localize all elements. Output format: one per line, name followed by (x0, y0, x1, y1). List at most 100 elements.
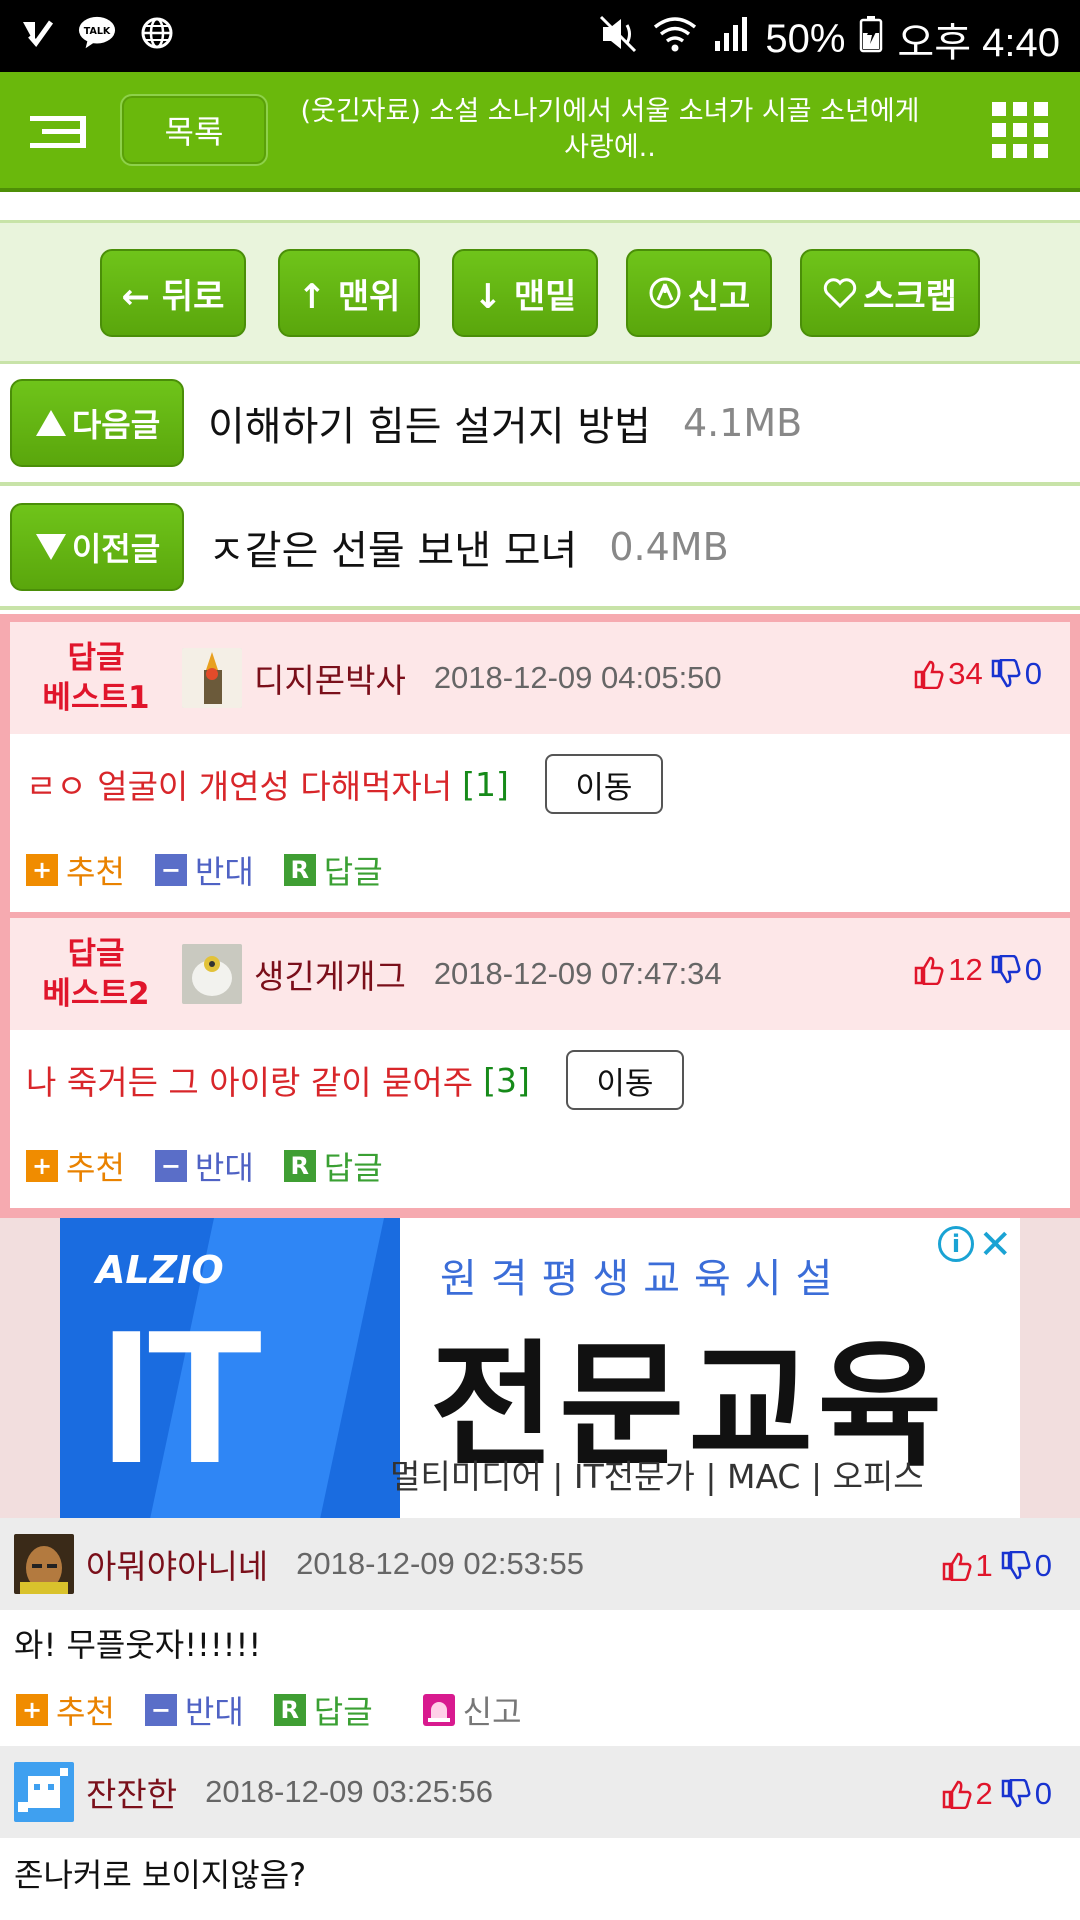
minus-icon: − (144, 1694, 177, 1726)
comment-author[interactable]: 아뭐야아니네 (86, 1540, 268, 1588)
svg-text:TALK: TALK (84, 26, 111, 37)
avatar[interactable] (182, 944, 242, 1004)
report-label: 신고 (687, 276, 751, 317)
reply-button[interactable]: R 답글 (283, 847, 383, 893)
scroll-top-button[interactable]: ↑ 맨위 (278, 249, 420, 337)
best-replies: 답글 베스트1 디지몬박사 2018-12-09 04:05:50 34 0 ㄹ… (0, 614, 1080, 1218)
reply-actions: + 추천 − 반대 R 답글 (10, 1130, 1070, 1202)
thumbs-up-icon (915, 956, 944, 985)
reply-date: 2018-12-09 07:47:34 (433, 956, 722, 991)
next-post-button[interactable]: 다음글 (10, 379, 184, 467)
ad-footer: 멀티미디어 | IT전문가 | MAC | 오피스 (390, 1457, 924, 1496)
menu-icon[interactable] (30, 116, 88, 150)
downvote-count: 0 (1024, 656, 1042, 691)
vote-counts: 34 0 (914, 656, 1042, 692)
wifi-icon (653, 15, 697, 63)
reply-button[interactable]: R 답글 (283, 1143, 383, 1189)
comment-text: 와! 무플웃자!!!!!! (14, 1626, 262, 1664)
upvote-count: 12 (948, 952, 983, 987)
ad-brand: ALZIO (96, 1248, 224, 1292)
globe-icon (138, 14, 176, 52)
thumbs-up-icon (915, 660, 944, 689)
status-bar: TALK 50% 오후 4:40 (0, 0, 1080, 72)
recommend-button[interactable]: + 추천 (26, 1143, 125, 1189)
best-rank-badge: 답글 베스트2 (42, 936, 150, 1012)
upvote-count: 2 (975, 1776, 993, 1811)
reply-r-icon: R (273, 1694, 306, 1726)
plus-icon: + (26, 854, 58, 886)
next-post-row[interactable]: 다음글 이해하기 힘든 설거지 방법 4.1MB (0, 364, 1080, 486)
comment-header: 잔잔한 2018-12-09 03:25:56 2 0 (0, 1746, 1080, 1838)
thumbs-down-icon (991, 955, 1021, 984)
reply-text: 나 죽거든 그 아이랑 같이 묻어주 (26, 1063, 474, 1102)
avatar[interactable] (14, 1534, 74, 1594)
next-post-title[interactable]: 이해하기 힘든 설거지 방법 (208, 394, 651, 452)
thumbs-down-icon (1001, 1779, 1031, 1808)
avatar[interactable] (14, 1762, 74, 1822)
heart-icon (823, 278, 857, 309)
siren-icon (422, 1694, 455, 1726)
thumbs-up-icon (942, 1780, 971, 1809)
downvote-count: 0 (1034, 1548, 1052, 1583)
vote-counts: 2 0 (942, 1776, 1052, 1812)
comment-date: 2018-12-09 03:25:56 (205, 1774, 493, 1809)
reply-r-icon: R (283, 1150, 316, 1182)
back-button[interactable]: ← 뒤로 (100, 249, 246, 337)
ad-info-icon[interactable]: i (938, 1226, 974, 1262)
check-icon (18, 14, 56, 52)
page-title: (웃긴자료) 소설 소나기에서 서울 소녀가 시골 소년에게 사랑에.. (300, 96, 920, 163)
battery-percent: 50% (765, 16, 846, 61)
best-reply-1: 답글 베스트1 디지몬박사 2018-12-09 04:05:50 34 0 ㄹ… (10, 622, 1070, 912)
nav-toolbar: ← 뒤로 ↑ 맨위 ↓ 맨밑 신고 스크랩 (0, 220, 1080, 364)
oppose-button[interactable]: − 반대 (154, 1143, 254, 1189)
downvote-count: 0 (1034, 1776, 1052, 1811)
grid-menu-icon[interactable] (992, 102, 1048, 158)
list-button[interactable]: 목록 (120, 94, 268, 166)
reply-body: 나 죽거든 그 아이랑 같이 묻어주 [3] 이동 (10, 1030, 1070, 1130)
recommend-button[interactable]: + 추천 (16, 1687, 115, 1733)
mute-icon (599, 15, 639, 63)
move-button[interactable]: 이동 (565, 1050, 684, 1110)
report-button[interactable]: 신고 (626, 249, 772, 337)
move-button[interactable]: 이동 (544, 754, 663, 814)
recommend-button[interactable]: + 추천 (26, 847, 125, 893)
prev-post-size: 0.4MB (609, 525, 729, 569)
ad-banner[interactable]: ALZIO IT 원격평생교육시설 전문교육 멀티미디어 | IT전문가 | M… (60, 1218, 1020, 1518)
kakaotalk-icon: TALK (78, 14, 116, 52)
report-comment-button[interactable]: 신고 (422, 1687, 522, 1733)
avatar[interactable] (182, 648, 242, 708)
oppose-button[interactable]: − 반대 (144, 1687, 244, 1733)
scrap-label: 스크랩 (863, 276, 957, 317)
report-icon (649, 277, 681, 309)
best-reply-2: 답글 베스트2 생긴게개그 2018-12-09 07:47:34 12 0 나… (10, 918, 1070, 1208)
ad-banner-area: ALZIO IT 원격평생교육시설 전문교육 멀티미디어 | IT전문가 | M… (0, 1218, 1080, 1518)
reply-author[interactable]: 디지몬박사 (254, 654, 406, 702)
reply-button[interactable]: R 답글 (273, 1687, 373, 1733)
ad-close-icon[interactable]: ✕ (978, 1222, 1012, 1268)
minus-icon: − (154, 1150, 187, 1182)
scroll-bottom-button[interactable]: ↓ 맨밑 (452, 249, 598, 337)
comment-actions: + 추천 − 반대 R 답글 신고 (0, 1674, 522, 1746)
thumbs-down-icon (1001, 1551, 1031, 1580)
reply-actions: + 추천 − 반대 R 답글 (10, 834, 1070, 906)
scrap-button[interactable]: 스크랩 (800, 249, 980, 337)
triangle-up-icon (35, 410, 66, 436)
thumbs-up-icon (942, 1552, 971, 1581)
reply-author[interactable]: 생긴게개그 (254, 950, 406, 998)
reply-count[interactable]: [3] (483, 1061, 530, 1100)
prev-post-row[interactable]: 이전글 ㅈ같은 선물 보낸 모녀 0.4MB (0, 488, 1080, 610)
comment-author[interactable]: 잔잔한 (86, 1768, 177, 1816)
oppose-button[interactable]: − 반대 (154, 847, 254, 893)
prev-post-button[interactable]: 이전글 (10, 503, 184, 591)
clock: 오후 4:40 (897, 21, 1060, 65)
triangle-down-icon (35, 534, 66, 560)
vote-counts: 12 0 (914, 952, 1042, 988)
plus-icon: + (16, 1694, 48, 1726)
minus-icon: − (154, 854, 187, 886)
vote-counts: 1 0 (942, 1548, 1052, 1584)
best-reply-header: 답글 베스트2 생긴게개그 2018-12-09 07:47:34 12 0 (10, 918, 1070, 1030)
reply-count[interactable]: [1] (462, 765, 509, 804)
prev-post-title[interactable]: ㅈ같은 선물 보낸 모녀 (208, 518, 577, 576)
battery-icon (859, 15, 883, 63)
ad-logo-panel: ALZIO IT (60, 1218, 400, 1518)
